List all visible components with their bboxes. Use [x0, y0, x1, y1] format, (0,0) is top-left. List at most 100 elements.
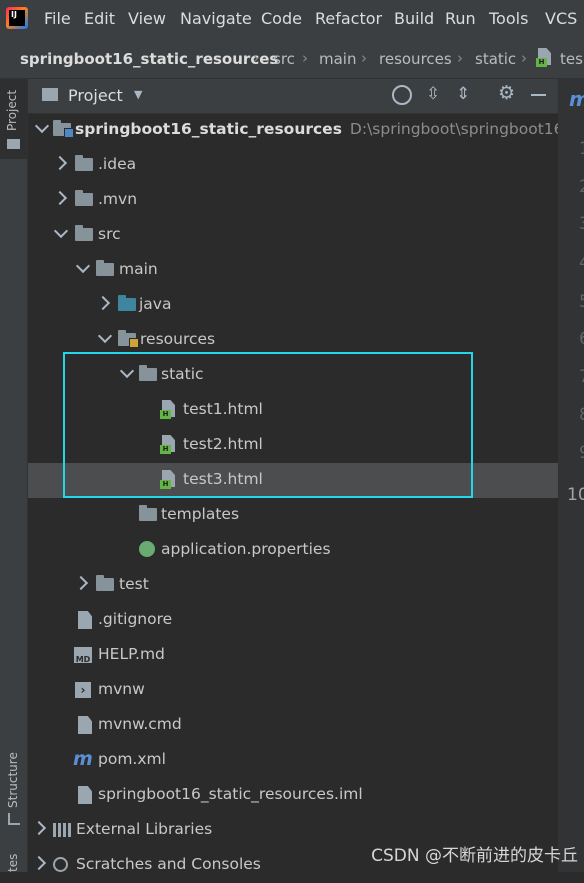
- menu-edit[interactable]: Edit: [84, 9, 115, 28]
- expand-arrow-icon[interactable]: [75, 258, 91, 274]
- line-number: 6: [579, 329, 584, 349]
- breadcrumb-file[interactable]: tes: [560, 50, 583, 68]
- tree-item-gitignore[interactable]: .gitignore: [28, 603, 558, 638]
- gitignore-file-icon: [78, 611, 92, 629]
- highlight-box: [63, 352, 473, 498]
- libraries-icon: [53, 823, 71, 837]
- tree-item-mvnw[interactable]: › mvnw: [28, 673, 558, 708]
- tree-item-label: springboot16_static_resources D:\springbo…: [75, 120, 584, 138]
- tree-item-label: src: [98, 225, 121, 243]
- line-number: 8: [579, 405, 584, 425]
- html-file-icon: H: [536, 48, 552, 67]
- breadcrumb-resources[interactable]: resources: [379, 50, 452, 68]
- expand-all-icon[interactable]: ⇳: [426, 84, 440, 104]
- scratches-icon: [53, 857, 68, 872]
- editor-tab-maven-icon[interactable]: m: [569, 87, 584, 111]
- view-dropdown-icon[interactable]: ▼: [134, 88, 142, 101]
- module-path: D:\springboot\springboot16_stati: [349, 120, 584, 138]
- folder-icon: [96, 575, 114, 591]
- collapse-arrow-icon[interactable]: [31, 820, 47, 836]
- structure-tab-label: Structure: [6, 752, 20, 808]
- collapse-arrow-icon[interactable]: [31, 855, 47, 871]
- collapse-all-icon[interactable]: ⇕: [456, 84, 470, 104]
- structure-icon: [8, 813, 20, 825]
- tree-item-application-properties[interactable]: application.properties: [28, 533, 558, 568]
- menu-tools[interactable]: Tools: [489, 9, 528, 28]
- tree-item-project-root[interactable]: springboot16_static_resources D:\springbo…: [28, 113, 584, 148]
- project-tab-label: Project: [5, 89, 19, 131]
- tree-item-label: main: [119, 260, 158, 278]
- tree-item-label: java: [139, 295, 172, 313]
- line-number-current: 10: [567, 485, 584, 505]
- markdown-file-icon: MD: [74, 647, 92, 664]
- breadcrumb-src[interactable]: src: [273, 50, 295, 68]
- tree-item-label: mvnw.cmd: [98, 715, 182, 733]
- project-view-icon: [42, 88, 58, 101]
- menu-navigate[interactable]: Navigate: [180, 9, 252, 28]
- gear-icon[interactable]: ⚙: [498, 82, 515, 104]
- tree-item-help-md[interactable]: MD HELP.md: [28, 638, 558, 673]
- folder-icon: [96, 260, 114, 276]
- favorites-tool-tab[interactable]: tes: [0, 845, 27, 872]
- tree-item-label: application.properties: [161, 540, 331, 558]
- text-file-icon: [78, 716, 92, 734]
- folder-icon: [75, 190, 93, 206]
- tree-item-mvnw-cmd[interactable]: mvnw.cmd: [28, 708, 558, 743]
- breadcrumb-separator-icon: ›: [253, 49, 259, 67]
- tree-item-label: test: [119, 575, 149, 593]
- tree-item-main[interactable]: main: [28, 253, 558, 288]
- collapse-arrow-icon[interactable]: [52, 190, 68, 206]
- tree-item-src[interactable]: src: [28, 218, 558, 253]
- tree-item-idea[interactable]: .idea: [28, 148, 558, 183]
- watermark: CSDN @不断前进的皮卡丘: [371, 846, 578, 866]
- menu-run[interactable]: Run: [445, 9, 476, 28]
- tree-item-mvn[interactable]: .mvn: [28, 183, 558, 218]
- menu-code[interactable]: Code: [261, 9, 302, 28]
- tree-item-test[interactable]: test: [28, 568, 558, 603]
- collapse-arrow-icon[interactable]: [95, 295, 111, 311]
- tree-item-label: springboot16_static_resources.iml: [98, 785, 363, 803]
- tree-item-label: resources: [140, 330, 216, 348]
- expand-arrow-icon[interactable]: [53, 223, 69, 239]
- line-number: 9: [579, 443, 584, 463]
- breadcrumb-static[interactable]: static: [475, 50, 516, 68]
- intellij-logo-icon: IJ: [6, 7, 28, 29]
- tree-item-pom-xml[interactable]: m pom.xml: [28, 743, 558, 778]
- project-tool-tab[interactable]: Project: [0, 79, 27, 159]
- breadcrumb: springboot16_static_resources › src › ma…: [0, 38, 584, 79]
- tree-item-label: templates: [161, 505, 240, 523]
- breadcrumb-project[interactable]: springboot16_static_resources: [20, 50, 278, 68]
- tree-item-java[interactable]: java: [28, 288, 558, 323]
- tree-item-label: .mvn: [98, 190, 138, 208]
- expand-arrow-icon[interactable]: [34, 118, 50, 134]
- project-panel-title[interactable]: Project: [68, 86, 123, 105]
- editor-gutter: m 1 2 3 4 5 6 7 8 9 10: [558, 79, 584, 872]
- tree-item-label: .idea: [98, 155, 137, 173]
- locate-file-icon[interactable]: [392, 85, 412, 105]
- expand-arrow-icon[interactable]: [97, 328, 113, 344]
- breadcrumb-separator-icon: ›: [457, 49, 463, 67]
- menu-build[interactable]: Build: [394, 9, 434, 28]
- folder-icon: [75, 225, 93, 241]
- menu-file[interactable]: File: [44, 9, 71, 28]
- breadcrumb-separator-icon: ›: [361, 49, 367, 67]
- breadcrumb-main[interactable]: main: [319, 50, 356, 68]
- menu-refactor[interactable]: Refactor: [315, 9, 382, 28]
- tree-item-iml[interactable]: springboot16_static_resources.iml: [28, 778, 558, 813]
- folder-icon: [139, 505, 157, 521]
- tree-item-label: HELP.md: [98, 645, 165, 663]
- collapse-arrow-icon[interactable]: [73, 575, 89, 591]
- line-number: 4: [579, 253, 584, 273]
- line-number: 5: [579, 292, 584, 312]
- script-file-icon: ›: [75, 682, 91, 698]
- hide-panel-icon[interactable]: [531, 94, 546, 96]
- maven-icon: m: [73, 748, 93, 770]
- menu-vcs[interactable]: VCS: [545, 9, 577, 28]
- collapse-arrow-icon[interactable]: [52, 155, 68, 171]
- tree-item-label: .gitignore: [98, 610, 173, 628]
- menu-view[interactable]: View: [128, 9, 166, 28]
- structure-tool-tab[interactable]: Structure: [0, 745, 27, 835]
- bottom-tab-label: tes: [6, 853, 20, 872]
- module-folder-icon: [53, 120, 74, 138]
- tree-item-templates[interactable]: templates: [28, 498, 558, 533]
